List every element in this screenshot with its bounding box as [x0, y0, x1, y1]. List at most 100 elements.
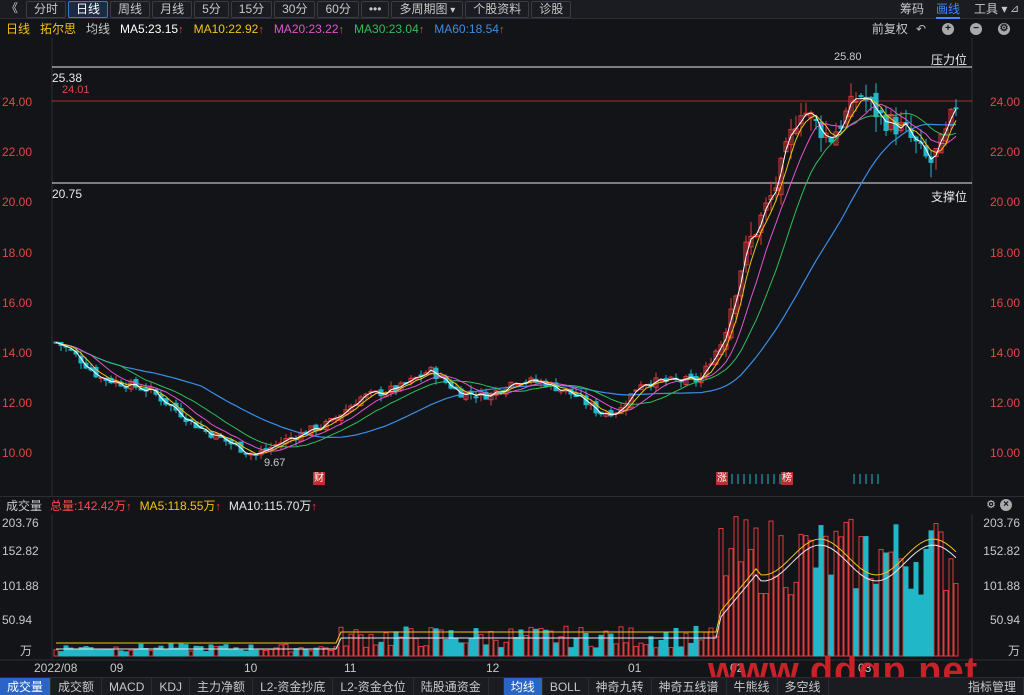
tab-volume[interactable]: 成交量 — [0, 677, 52, 695]
volume-bar-up — [343, 645, 349, 657]
volume-bar-down — [98, 649, 104, 657]
volume-bar-down — [813, 567, 819, 657]
earnings-mark[interactable]: 财 — [313, 472, 325, 485]
volume-bar-down — [533, 628, 539, 657]
tab-kdj[interactable]: KDJ — [152, 677, 191, 695]
x-label-09: 09 — [110, 661, 124, 675]
volume-bar-down — [138, 643, 144, 657]
volume-bar-down — [568, 647, 574, 657]
volume-bar-up — [128, 649, 134, 657]
volume-bar-down — [913, 562, 919, 657]
price-axis-left-14: 14.00 — [2, 346, 33, 360]
volume-bar-up — [283, 643, 289, 657]
volume-bar-up — [778, 535, 784, 657]
volume-bar-down — [853, 588, 859, 657]
volume-bar-down — [688, 642, 694, 657]
tab-hk-connect[interactable]: 陆股通资金 — [414, 677, 489, 695]
volume-bar-down — [553, 642, 559, 657]
tab-long-short[interactable]: 多空线 — [778, 677, 829, 695]
volume-bar-up — [363, 646, 369, 657]
tab-l2-position[interactable]: L2-资金仓位 — [333, 677, 414, 695]
tab-macd[interactable]: MACD — [102, 677, 153, 695]
volume-bar-down — [908, 588, 914, 657]
tab-magic-nine[interactable]: 神奇九转 — [589, 677, 652, 695]
volume-bar-down — [663, 632, 669, 657]
price-axis-left-16: 16.00 — [2, 296, 33, 310]
volume-bar-down — [518, 629, 524, 657]
volume-bar-up — [758, 593, 764, 657]
volume-ma5: MA5:118.55万↑ — [139, 499, 221, 513]
tab-turnover[interactable]: 成交额 — [51, 677, 103, 695]
tab-bull-bear[interactable]: 牛熊线 — [727, 677, 778, 695]
volume-bar-up — [783, 587, 789, 657]
tab-ma[interactable]: 均线 — [502, 677, 543, 695]
tab-magic-five[interactable]: 神奇五线谱 — [652, 677, 727, 695]
volume-bar-up — [868, 578, 874, 657]
vol-axis-right-1: 203.76 — [983, 516, 1020, 530]
volume-bar-up — [788, 594, 794, 657]
volume-bar-down — [593, 647, 599, 657]
volume-bar-up — [718, 528, 724, 657]
volume-bar-down — [378, 641, 384, 657]
limit-up-mark[interactable]: 涨 — [716, 472, 728, 485]
close-icon[interactable]: × — [1000, 499, 1012, 511]
settings-small-icon[interactable]: ⚙ — [986, 498, 996, 511]
volume-bar-down — [473, 628, 479, 657]
volume-bar-down — [243, 650, 249, 657]
support-label[interactable]: 支撑位 — [931, 188, 967, 205]
volume-bar-up — [423, 645, 429, 657]
tab-indicator-mgmt[interactable]: 指标管理 — [961, 677, 1024, 695]
volume-bar-down — [483, 644, 489, 657]
volume-bar-down — [883, 552, 889, 657]
volume-bar-down — [108, 649, 114, 657]
volume-bar-down — [873, 583, 879, 657]
volume-bar-down — [73, 649, 79, 657]
volume-bar-up — [263, 649, 269, 657]
volume-bar-up — [353, 629, 359, 657]
pressure-label[interactable]: 压力位 — [931, 51, 967, 68]
tab-main-net[interactable]: 主力净额 — [190, 677, 254, 695]
volume-bar-up — [748, 548, 754, 657]
volume-bar-up — [563, 625, 569, 657]
volume-bar-up — [488, 630, 494, 657]
volume-bar-up — [948, 558, 954, 657]
price-axis-right-22: 22.00 — [989, 145, 1020, 159]
volume-title[interactable]: 成交量 — [6, 497, 42, 514]
volume-bar-up — [373, 644, 379, 657]
volume-bar-down — [543, 629, 549, 657]
volume-bar-down — [223, 644, 229, 657]
volume-bar-down — [168, 643, 174, 657]
volume-bar-up — [858, 536, 864, 657]
volume-bar-down — [928, 530, 934, 657]
volume-bar-up — [823, 535, 829, 657]
tab-boll[interactable]: BOLL — [543, 677, 589, 695]
volume-bar-down — [118, 650, 124, 657]
x-label-10: 10 — [244, 661, 258, 675]
high-price-label: 25.80 — [834, 51, 862, 63]
volume-bar-down — [403, 626, 409, 657]
volume-bar-down — [678, 646, 684, 657]
volume-bar-up — [348, 633, 354, 657]
vol-axis-left-3: 101.88 — [2, 579, 39, 593]
volume-bar-up — [613, 643, 619, 657]
current-line-value: 24.01 — [62, 84, 90, 96]
tab-l2-bottom[interactable]: L2-资金抄底 — [253, 677, 334, 695]
volume-bar-down — [468, 638, 474, 657]
x-label-01: 01 — [628, 661, 642, 675]
volume-bar-down — [178, 643, 184, 657]
volume-bar-up — [848, 518, 854, 657]
vol-axis-right-3: 101.88 — [983, 579, 1020, 593]
volume-bar-up — [618, 626, 624, 657]
volume-bar-down — [198, 646, 204, 657]
vol-axis-left-1: 203.76 — [2, 516, 39, 530]
volume-bar-down — [513, 636, 519, 657]
volume-bar-down — [248, 644, 254, 657]
volume-bar-down — [918, 594, 924, 657]
ranking-mark[interactable]: 榜 — [781, 472, 793, 485]
volume-bar-up — [603, 630, 609, 657]
volume-bar-down — [143, 647, 149, 657]
volume-bar-up — [953, 583, 959, 657]
vol-axis-right-4: 50.94 — [989, 613, 1020, 627]
kline-chart-canvas[interactable] — [0, 0, 1024, 695]
volume-bar-up — [383, 632, 389, 657]
